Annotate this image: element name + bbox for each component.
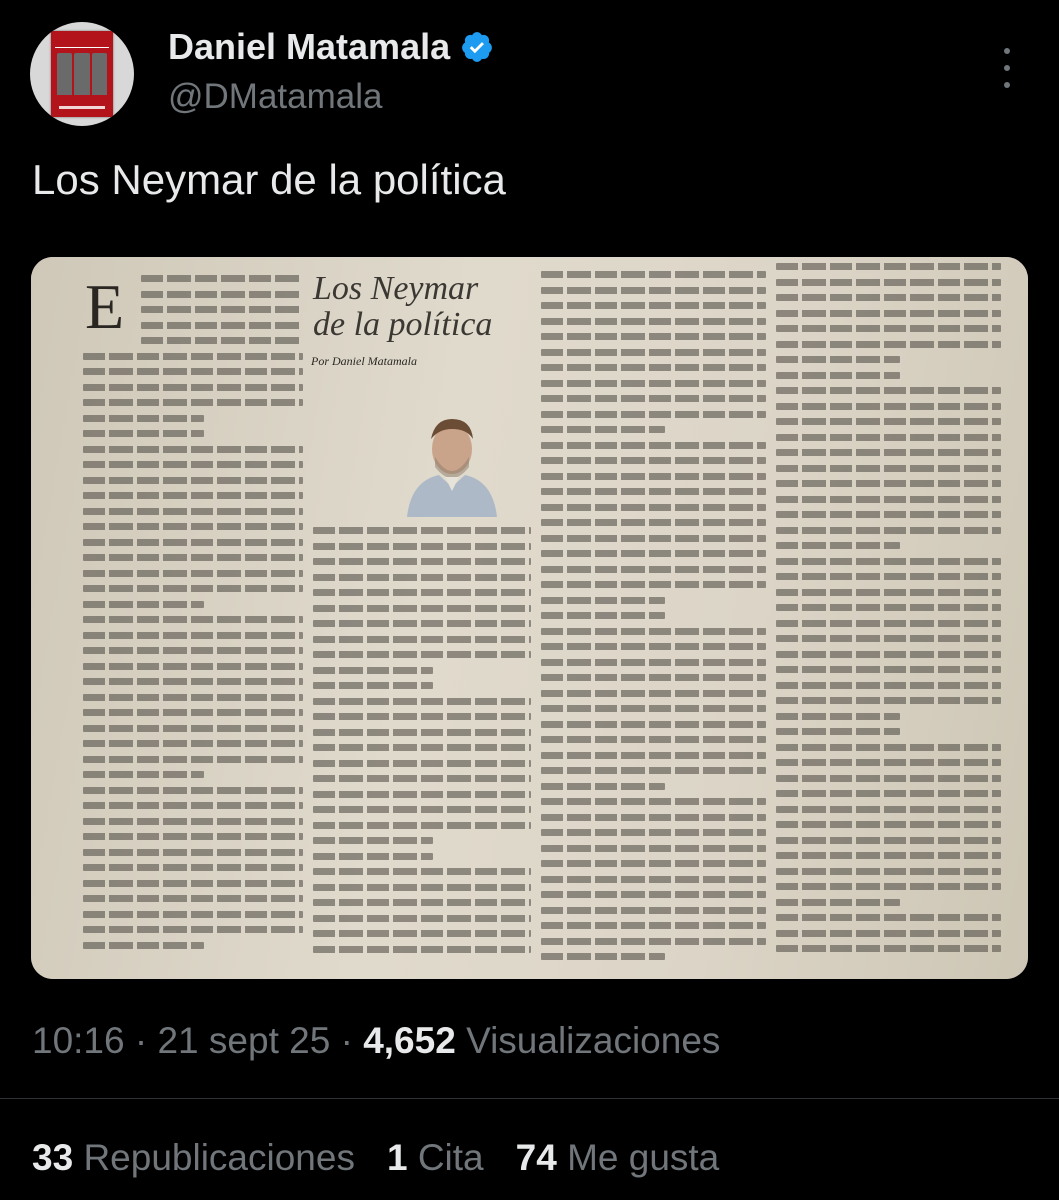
views-count: 4,652 xyxy=(363,1020,456,1061)
author-photo xyxy=(407,419,497,517)
book-cover-image xyxy=(51,31,113,117)
verified-badge-icon xyxy=(462,32,492,62)
tweet-time[interactable]: 10:16 xyxy=(32,1020,125,1061)
quotes-stat[interactable]: 1 Cita xyxy=(387,1137,484,1179)
tweet-date[interactable]: 21 sept 25 xyxy=(157,1020,330,1061)
more-options-icon[interactable] xyxy=(995,48,1019,88)
views-label: Visualizaciones xyxy=(466,1020,721,1061)
tweet-meta: 10:16 · 21 sept 25 · 4,652 Visualizacion… xyxy=(32,1020,721,1061)
engagement-stats: 33 Republicaciones 1 Cita 74 Me gusta xyxy=(32,1137,719,1179)
tweet-text: Los Neymar de la política xyxy=(32,156,506,203)
newspaper-clipping-image[interactable]: E Los Neymar de la política Por Daniel M… xyxy=(31,257,1028,979)
divider xyxy=(0,1098,1059,1099)
article-headline-line1: Los Neymar xyxy=(313,270,479,307)
author-name-row[interactable]: Daniel Matamala xyxy=(168,26,494,68)
article-byline: Por Daniel Matamala xyxy=(311,354,417,368)
avatar[interactable] xyxy=(30,22,134,126)
author-handle[interactable]: @DMatamala xyxy=(168,77,382,117)
reposts-stat[interactable]: 33 Republicaciones xyxy=(32,1137,355,1179)
drop-cap: E xyxy=(85,271,125,342)
article-headline: Los Neymar de la política xyxy=(313,271,492,343)
author-display-name[interactable]: Daniel Matamala xyxy=(168,26,450,68)
article-headline-line2: de la política xyxy=(313,306,493,343)
likes-stat[interactable]: 74 Me gusta xyxy=(516,1137,720,1179)
